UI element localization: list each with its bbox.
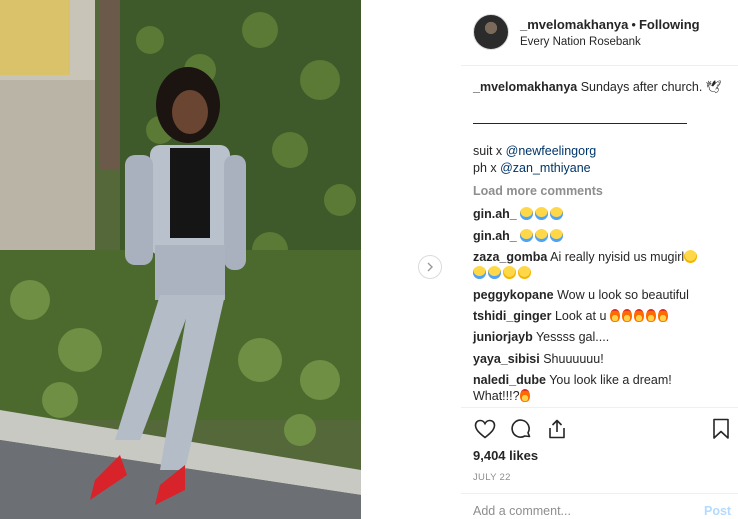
crying-emoji-icon [535, 207, 549, 220]
comments-section: _mvelomakhanya Sundays after church. 🕊 s… [461, 67, 738, 407]
crying-emoji-icon [488, 266, 501, 279]
comment-text: Shuuuuuu! [543, 352, 604, 366]
crying-emoji-icon [520, 229, 534, 242]
avatar[interactable] [473, 14, 509, 50]
fire-emoji-icon [633, 309, 644, 322]
likes-count[interactable]: 9,404 likes [473, 448, 538, 463]
post-comment-button[interactable]: Post [704, 504, 731, 518]
comment-text: You look like a dream! [549, 373, 672, 387]
comment-item-continuation [473, 266, 533, 280]
comment-bubble-icon [511, 419, 531, 438]
bookmark-icon [713, 418, 729, 439]
caption-text: Sundays after church. 🕊 [580, 80, 722, 94]
caption-ph-prefix: ph x [473, 161, 501, 175]
crying-emoji-icon [473, 266, 486, 279]
header-username[interactable]: _mvelomakhanya [520, 17, 628, 32]
crying-emoji-icon [550, 207, 564, 220]
tongue-emoji-icon [503, 266, 516, 279]
fire-emoji-icon [519, 389, 530, 402]
heart-icon [474, 419, 496, 439]
following-button[interactable]: Following [639, 17, 700, 32]
crying-emoji-icon [520, 207, 534, 220]
mention-zan-mthiyane[interactable]: @zan_mthiyane [500, 161, 591, 175]
post-photo-image [0, 0, 361, 519]
comment-button[interactable] [509, 417, 533, 441]
tongue-emoji-icon [684, 250, 698, 263]
post-date[interactable]: JULY 22 [473, 472, 511, 483]
comment-item: gin.ah_ [473, 229, 565, 243]
comment-username[interactable]: juniorjayb [473, 330, 533, 344]
comment-username[interactable]: naledi_dube [473, 373, 546, 387]
divider [461, 407, 738, 408]
post-photo[interactable] [0, 0, 361, 519]
caption-suit-prefix: suit x [473, 144, 506, 158]
like-button[interactable] [473, 417, 497, 441]
load-more-comments-button[interactable]: Load more comments [473, 184, 603, 198]
comment-item: gin.ah_ [473, 207, 565, 221]
caption-credit-photo: ph x @zan_mthiyane [473, 161, 591, 175]
caption: _mvelomakhanya Sundays after church. 🕊 [473, 80, 722, 95]
post-header: _mvelomakhanya • Following Every Nation Ro… [461, 0, 738, 66]
comment-item: juniorjayb Yessss gal.... [473, 330, 609, 344]
divider [461, 493, 738, 494]
add-comment-input[interactable] [473, 503, 673, 519]
fire-emoji-icon [609, 309, 620, 322]
post-actions-bar [473, 417, 733, 443]
comment-item: naledi_dube You look like a dream! [473, 373, 672, 387]
comment-username[interactable]: zaza_gomba [473, 250, 547, 264]
comment-item: zaza_gomba Ai really nyisid us mugirl [473, 250, 699, 264]
share-button[interactable] [545, 417, 569, 441]
location-link[interactable]: Every Nation Rosebank [520, 36, 641, 48]
comment-text: What!!!? [473, 389, 520, 403]
comment-username[interactable]: yaya_sibisi [473, 352, 540, 366]
fire-emoji-icon [657, 309, 668, 322]
comment-item: tshidi_ginger Look at u [473, 309, 670, 323]
comment-item: peggykopane Wow u look so beautiful [473, 288, 689, 302]
post-details-panel: _mvelomakhanya • Following Every Nation Ro… [461, 0, 738, 519]
save-button[interactable] [709, 417, 733, 441]
comment-username[interactable]: gin.ah_ [473, 207, 517, 221]
caption-credit-suit: suit x @newfeelingorg [473, 144, 596, 158]
share-icon [549, 419, 565, 439]
next-image-button[interactable] [418, 255, 442, 279]
comment-username[interactable]: peggykopane [473, 288, 554, 302]
comment-username[interactable]: gin.ah_ [473, 229, 517, 243]
fire-emoji-icon [621, 309, 632, 322]
comment-text: Look at u [554, 309, 607, 323]
comment-item-continuation: What!!!? [473, 389, 532, 403]
header-user-line: _mvelomakhanya • Following [520, 17, 700, 32]
mention-newfeelingorg[interactable]: @newfeelingorg [506, 144, 597, 158]
crying-emoji-icon [535, 229, 549, 242]
caption-divider-line [473, 123, 687, 124]
header-separator: • [631, 17, 636, 32]
tongue-emoji-icon [518, 266, 531, 279]
comment-text: Yessss gal.... [535, 330, 610, 344]
fire-emoji-icon [645, 309, 656, 322]
chevron-right-icon [427, 262, 433, 272]
comment-text: Wow u look so beautiful [557, 288, 689, 302]
comment-username[interactable]: tshidi_ginger [473, 309, 551, 323]
comment-item: yaya_sibisi Shuuuuuu! [473, 352, 604, 366]
caption-username[interactable]: _mvelomakhanya [473, 80, 577, 94]
comment-text: Ai really nyisid us mugirl [550, 250, 685, 264]
crying-emoji-icon [550, 229, 564, 242]
